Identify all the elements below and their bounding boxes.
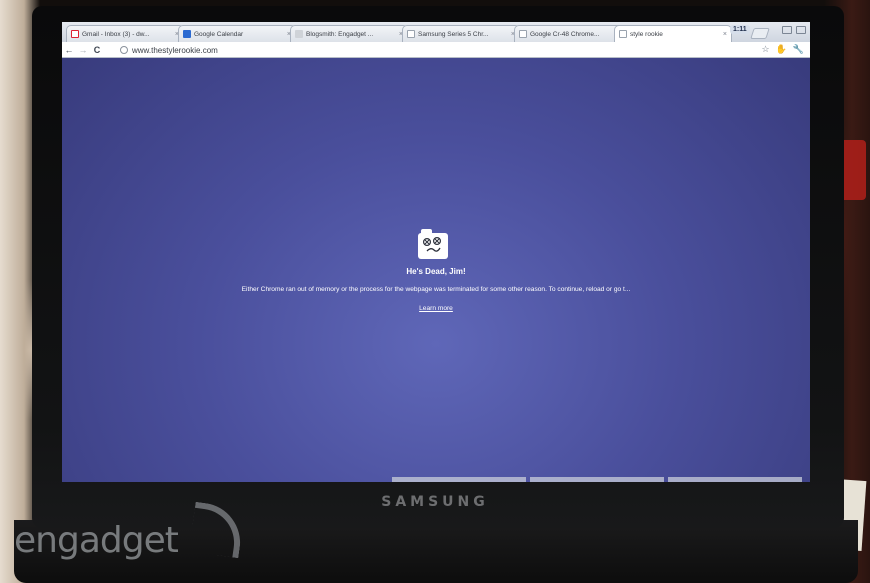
battery-icon[interactable]	[796, 26, 806, 34]
shelf-panel	[530, 477, 664, 482]
sad-folder-icon	[418, 229, 448, 259]
star-icon[interactable]: ☆	[761, 44, 769, 55]
laptop-screen: Gmail - Inbox (3) - dw... × Google Calen…	[62, 22, 810, 482]
tab-label: Google Cr-48 Chrome...	[530, 30, 600, 38]
forward-button[interactable]: →	[76, 45, 90, 55]
tab-label: Blogsmith: Engadget ...	[306, 30, 374, 38]
tab-strip: Gmail - Inbox (3) - dw... × Google Calen…	[62, 22, 810, 42]
tab-label: Samsung Series 5 Chr...	[418, 30, 489, 38]
tab-blogsmith[interactable]: Blogsmith: Engadget ... ×	[290, 25, 408, 42]
page-icon	[407, 30, 415, 38]
tab-label: Gmail - Inbox (3) - dw...	[82, 30, 150, 38]
tab-style-rookie[interactable]: style rookie ×	[614, 25, 732, 42]
learn-more-link[interactable]: Learn more	[62, 305, 810, 312]
blogsmith-icon	[295, 30, 303, 38]
laptop-brand: SAMSUNG	[381, 494, 489, 510]
sad-tab-page: He's Dead, Jim! Either Chrome ran out of…	[62, 58, 810, 482]
reload-button[interactable]: C	[90, 45, 104, 55]
toolbar-actions: ☆ ✋ 🔧	[761, 44, 804, 55]
close-icon[interactable]: ×	[723, 31, 727, 38]
sad-tab-message: Either Chrome ran out of memory or the p…	[241, 286, 631, 293]
engadget-watermark: engadget	[14, 520, 179, 561]
page-icon	[519, 30, 527, 38]
sad-tab-title: He's Dead, Jim!	[406, 267, 466, 276]
dead-face-icon	[422, 236, 442, 252]
system-tray	[782, 26, 806, 34]
url-text[interactable]: www.thestylerookie.com	[132, 46, 218, 55]
wrench-icon[interactable]: 🔧	[793, 44, 804, 55]
globe-icon	[120, 46, 128, 54]
download-shelf-glimpse	[392, 477, 802, 482]
system-clock: 1:11	[730, 25, 750, 34]
tab-samsung-series-5[interactable]: Samsung Series 5 Chr... ×	[402, 25, 520, 42]
address-bar[interactable]: www.thestylerookie.com	[120, 44, 740, 56]
new-tab-button[interactable]	[750, 28, 770, 39]
calendar-icon	[183, 30, 191, 38]
network-icon[interactable]	[782, 26, 792, 34]
shelf-panel	[668, 477, 802, 482]
tab-label: style rookie	[630, 30, 663, 38]
shelf-panel	[392, 477, 526, 482]
page-icon	[619, 30, 627, 38]
tab-label: Google Calendar	[194, 30, 244, 38]
browser-toolbar: ← → C www.thestylerookie.com ☆ ✋ 🔧	[62, 42, 810, 58]
extension-icon[interactable]: ✋	[776, 44, 787, 55]
tab-gmail[interactable]: Gmail - Inbox (3) - dw... ×	[66, 25, 184, 42]
tab-google-calendar[interactable]: Google Calendar ×	[178, 25, 296, 42]
gmail-icon	[71, 30, 79, 38]
back-button[interactable]: ←	[62, 45, 76, 55]
